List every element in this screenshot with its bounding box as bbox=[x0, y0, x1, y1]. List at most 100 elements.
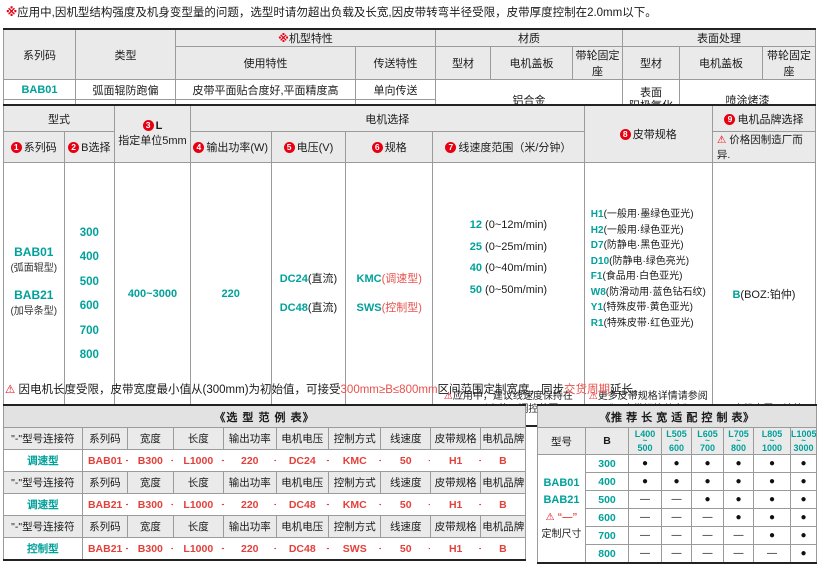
warning-icon: ⚠ bbox=[5, 384, 15, 396]
h-l-range: L1005~3000 bbox=[791, 428, 817, 455]
h-b: B bbox=[586, 428, 629, 455]
circled-2-icon: 2 bbox=[68, 142, 79, 153]
h-l-range: L400~500 bbox=[629, 428, 662, 455]
fit-mark: ● bbox=[662, 455, 692, 473]
model-segment: L1000− bbox=[173, 494, 223, 516]
h-transfer: 传送特性 bbox=[356, 47, 436, 80]
asterisk-marker: ※ bbox=[278, 33, 289, 45]
model-segment: 220− bbox=[224, 450, 276, 472]
asterisk-marker: ※ bbox=[6, 7, 17, 19]
selection-table: 型式 3L 指定单位5mm 电机选择 8皮带规格 9电机品牌选择 1系列码 2B… bbox=[3, 104, 816, 427]
top-usage-note: ※应用中,因机型结构强度及机身变型量的问题，选型时请勿超出负载及长宽,因皮带转弯… bbox=[6, 4, 657, 20]
fit-mark: ● bbox=[629, 455, 662, 473]
h-voltage: 5电压(V) bbox=[271, 132, 346, 163]
example-model-row: 调速型 BAB21− B300− L1000− 220− DC48− KMC− … bbox=[4, 494, 526, 516]
model-type-label: 调速型 bbox=[4, 494, 83, 516]
h-motor-cover: 电机盖板 bbox=[491, 47, 573, 80]
model-segment: SWS− bbox=[329, 538, 381, 561]
circled-5-icon: 5 bbox=[284, 142, 295, 153]
b-value: 700 bbox=[586, 527, 629, 545]
h-pulley-seat: 带轮固定座 bbox=[573, 47, 623, 80]
h-group-motor: 电机选择 bbox=[190, 105, 584, 132]
h-profile: 型材 bbox=[436, 47, 491, 80]
model-segment: BAB21− bbox=[82, 494, 127, 516]
b-value: 400 bbox=[586, 473, 629, 491]
model-segment: 50− bbox=[381, 538, 430, 561]
circled-9-icon: 9 bbox=[724, 114, 735, 125]
h-speed: 线速度 bbox=[381, 428, 430, 450]
example-model-row: 控制型 BAB21− B300− L1000− 220− DC48− SWS− … bbox=[4, 538, 526, 561]
model-segment: BAB01− bbox=[82, 450, 127, 472]
model-segment: B bbox=[481, 450, 526, 472]
h-belt: 皮带规格 bbox=[430, 428, 480, 450]
b-value: 600 bbox=[586, 509, 629, 527]
example-header-row: "-"型号连接符系列码宽度长度输出功率电机电压控制方式线速度皮带规格电机品牌 bbox=[4, 472, 526, 494]
h-l-range: L705~800 bbox=[724, 428, 754, 455]
catalog-page: { "colors":{"teal":"#00a19b","red_badge"… bbox=[0, 0, 820, 563]
top-note-text: 应用中,因机型结构强度及机身变型量的问题，选型时请勿超出负载及长宽,因皮带转弯半… bbox=[17, 7, 657, 19]
model-segment: DC24− bbox=[276, 450, 328, 472]
fit-mark: ● bbox=[791, 455, 817, 473]
type-cell: 弧面辊防跑偏 bbox=[76, 80, 176, 100]
model-segment: DC48− bbox=[276, 538, 328, 561]
circled-8-icon: 8 bbox=[620, 129, 631, 140]
model-segment: L1000− bbox=[173, 450, 223, 472]
model-segment: 220− bbox=[224, 538, 276, 561]
h-model: 型号 bbox=[538, 428, 586, 455]
h-material-group: 材质 bbox=[436, 29, 623, 47]
model-segment: B bbox=[481, 538, 526, 561]
circled-4-icon: 4 bbox=[193, 142, 204, 153]
width-limit-note: ⚠ 因电机长度受限，皮带宽度最小值从(300mm)为初始值，可接受300mm≥B… bbox=[5, 381, 645, 397]
h-line-speed: 7线速度范围（米/分钟） bbox=[433, 132, 584, 163]
model-segment: 220− bbox=[224, 494, 276, 516]
h-motor-cover: 电机盖板 bbox=[680, 47, 763, 80]
h-brand: 电机品牌 bbox=[481, 428, 526, 450]
h-control: 控制方式 bbox=[329, 428, 381, 450]
model-segment: DC48− bbox=[276, 494, 328, 516]
h-l-range: L605~700 bbox=[692, 428, 724, 455]
transfer-cell: 单向传送 bbox=[356, 80, 436, 100]
example-header-row: "-"型号连接符 系列码 宽度 长度 输出功率 电机电压 控制方式 线速度 皮带… bbox=[4, 428, 526, 450]
model-segment: 50− bbox=[381, 450, 430, 472]
circled-7-icon: 7 bbox=[445, 142, 456, 153]
size-fit-table: 《推 荐 长 宽 适 配 控 制 表》 型号 B L400~500 L505~6… bbox=[537, 404, 817, 564]
model-type-label: 控制型 bbox=[4, 538, 83, 561]
h-power: 输出功率 bbox=[224, 428, 276, 450]
table-row: BAB01 弧面辊防跑偏 皮带平面贴合度好,平面精度高 单向传送 铝合金 表面阳… bbox=[4, 80, 816, 100]
b-value: 500 bbox=[586, 491, 629, 509]
example-table-title: 《选 型 范 例 表》 bbox=[4, 405, 526, 428]
price-note: ⚠ 价格因制造厂而异. bbox=[712, 132, 815, 163]
b-value: 800 bbox=[586, 545, 629, 564]
fit-models-cell: BAB01 BAB21 ⚠ “—” 定制尺寸 bbox=[538, 455, 586, 564]
model-segment: B300− bbox=[128, 450, 173, 472]
h-connector: "-"型号连接符 bbox=[4, 428, 83, 450]
model-segment: H1− bbox=[430, 538, 480, 561]
model-segment: B bbox=[481, 494, 526, 516]
h-group-type: 型式 bbox=[4, 105, 115, 132]
h-type: 类型 bbox=[76, 29, 176, 80]
model-segment: 50− bbox=[381, 494, 430, 516]
model-segment: B300− bbox=[128, 538, 173, 561]
fit-mark: ● bbox=[692, 455, 724, 473]
warning-icon: ⚠ bbox=[717, 134, 726, 146]
model-segment: H1− bbox=[430, 450, 480, 472]
h-l-range: L505~600 bbox=[662, 428, 692, 455]
model-segment: KMC− bbox=[329, 494, 381, 516]
circled-1-icon: 1 bbox=[11, 142, 22, 153]
model-type-label: 调速型 bbox=[4, 450, 83, 472]
model-segment: BAB21− bbox=[82, 538, 127, 561]
fit-mark: ● bbox=[754, 455, 791, 473]
circled-6-icon: 6 bbox=[372, 142, 383, 153]
circled-3-icon: 3 bbox=[143, 120, 154, 131]
selection-example-table: 《选 型 范 例 表》 "-"型号连接符 系列码 宽度 长度 输出功率 电机电压… bbox=[3, 404, 526, 561]
example-header-row: "-"型号连接符系列码宽度长度输出功率电机电压控制方式线速度皮带规格电机品牌 bbox=[4, 516, 526, 538]
h-belt-spec: 8皮带规格 bbox=[584, 105, 712, 163]
h-voltage: 电机电压 bbox=[276, 428, 328, 450]
h-series: 系列码 bbox=[82, 428, 127, 450]
h-series-code: 系列码 bbox=[4, 29, 76, 80]
h-motor-brand: 9电机品牌选择 bbox=[712, 105, 815, 132]
h-feature-group: ※机型特性 bbox=[176, 29, 436, 47]
h-width: 宽度 bbox=[128, 428, 173, 450]
fit-row: BAB01 BAB21 ⚠ “—” 定制尺寸 300 ● ● ● ● ● ● bbox=[538, 455, 817, 473]
h-l-range: L805~1000 bbox=[754, 428, 791, 455]
